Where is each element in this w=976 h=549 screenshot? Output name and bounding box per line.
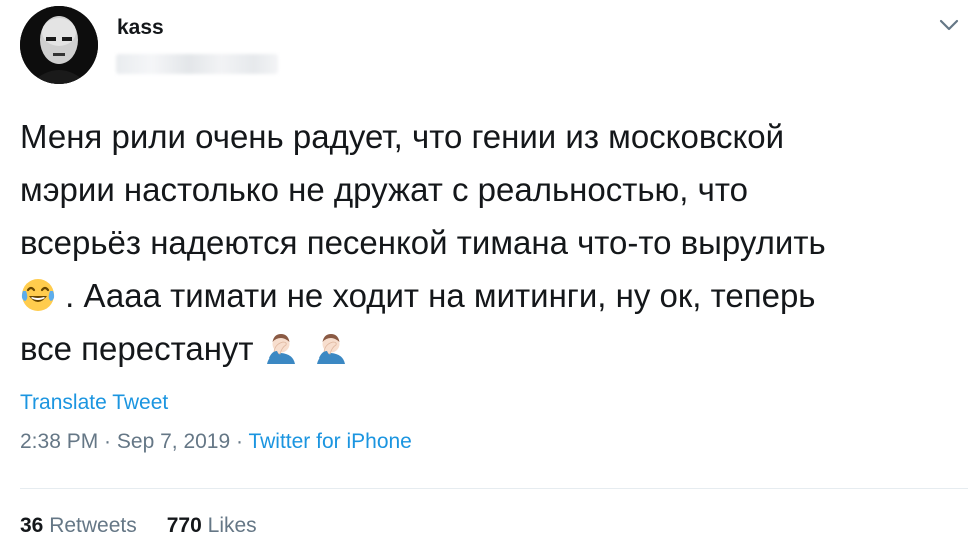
tweet-line-with-emoji: . Аааа тимати не ходит на митинги, ну ок… [20, 269, 950, 322]
likes-stat[interactable]: 770 Likes [167, 514, 257, 537]
avatar-image [20, 6, 98, 84]
blurred-handle [116, 54, 278, 74]
tweet-stats: 36 Retweets 770 Likes [20, 514, 257, 538]
face-with-tears-of-joy-emoji [20, 275, 56, 328]
tweet-source-link[interactable]: Twitter for iPhone [248, 430, 411, 453]
tweet-card: kass Меня рили очень радует, что гении и… [0, 0, 976, 549]
tweet-metadata: 2:38 PM · Sep 7, 2019 · Twitter for iPho… [20, 430, 412, 454]
tweet-text: Меня рили очень радует, что гении из мос… [20, 110, 950, 375]
tweet-date[interactable]: Sep 7, 2019 [117, 430, 230, 453]
retweets-stat[interactable]: 36 Retweets [20, 514, 137, 537]
translate-tweet-link[interactable]: Translate Tweet [20, 391, 168, 415]
tweet-line-with-emoji: все перестанут [20, 322, 950, 375]
meta-separator: · [230, 430, 249, 453]
retweets-label: Retweets [49, 514, 137, 537]
tweet-line-text: . Аааа тимати не ходит на митинги, ну ок… [56, 277, 816, 314]
tweet-time[interactable]: 2:38 PM [20, 430, 98, 453]
likes-label: Likes [207, 514, 257, 537]
display-name[interactable]: kass [117, 16, 164, 40]
likes-count: 770 [166, 514, 202, 537]
tweet-line-text: все перестанут [20, 330, 263, 367]
avatar[interactable] [20, 6, 98, 84]
retweets-count: 36 [20, 514, 44, 537]
tweet-line: всерьёз надеются песенкой тимана что-то … [20, 224, 826, 261]
divider [20, 488, 968, 489]
chevron-down-icon[interactable] [938, 18, 960, 32]
person-facepalming-emoji [263, 328, 299, 381]
meta-separator: · [98, 430, 117, 453]
tweet-line: Меня рили очень радует, что гении из мос… [20, 118, 785, 155]
tweet-line: мэрии настолько не дружат с реальностью,… [20, 171, 748, 208]
person-facepalming-emoji [313, 328, 349, 381]
